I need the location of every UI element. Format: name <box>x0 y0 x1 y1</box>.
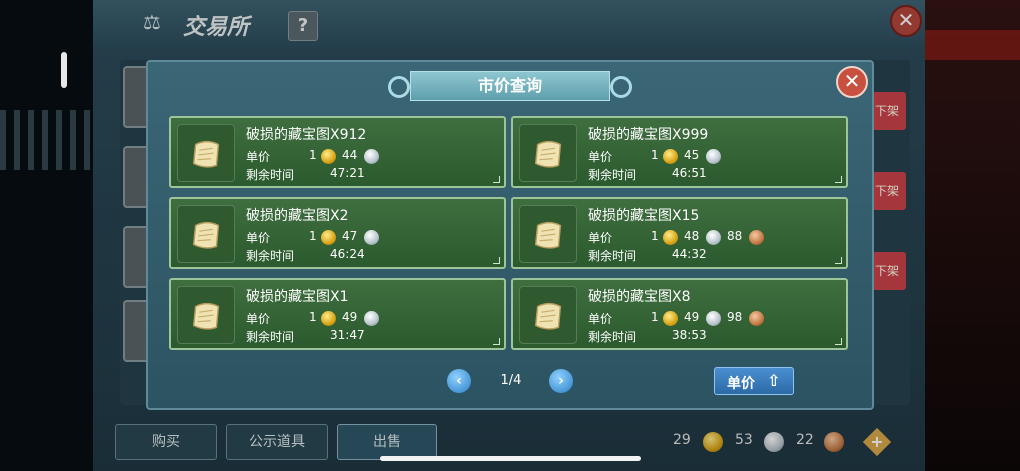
item-name: 破损的藏宝图X8 <box>588 289 691 305</box>
treasure-map-icon <box>188 297 226 335</box>
treasure-map-icon <box>188 135 226 173</box>
next-page-button[interactable]: › <box>549 369 573 393</box>
unit-price-label: 单价 <box>246 312 271 326</box>
gold-price: 1 <box>651 229 659 243</box>
bronze-price: 98 <box>727 310 743 324</box>
remaining-time: 47:21 <box>330 166 365 180</box>
gold-coin-icon <box>321 230 336 245</box>
remaining-time-label: 剩余时间 <box>588 249 637 263</box>
gold-coin-icon <box>663 311 678 326</box>
remaining-time: 31:47 <box>330 328 365 342</box>
silver-price: 47 <box>342 229 358 243</box>
corner-mark-icon <box>493 257 500 264</box>
sort-by-unit-price-button[interactable]: 单价 ⇧ <box>714 367 794 395</box>
silver-price: 48 <box>684 229 700 243</box>
remaining-time-label: 剩余时间 <box>588 168 637 182</box>
page-indicator: 1/4 <box>500 373 522 388</box>
bronze-coin-icon <box>749 311 764 326</box>
item-thumbnail <box>177 124 235 182</box>
left-background <box>0 0 95 471</box>
bronze-price: 88 <box>727 229 743 243</box>
silver-coin-icon <box>706 149 721 164</box>
listing-card[interactable]: 破损的藏宝图X912 单价 1 44 剩余时间 47:21 <box>169 116 506 188</box>
gold-price: 1 <box>651 310 659 324</box>
unit-price-label: 单价 <box>588 312 613 326</box>
unit-price-label: 单价 <box>246 150 271 164</box>
corner-mark-icon <box>835 176 842 183</box>
home-indicator[interactable] <box>380 456 641 461</box>
silver-coin-icon <box>364 149 379 164</box>
sort-button-label: 单价 <box>727 376 755 392</box>
treasure-map-icon <box>530 297 568 335</box>
unit-price-label: 单价 <box>246 231 271 245</box>
item-name: 破损的藏宝图X1 <box>246 289 349 305</box>
corner-mark-icon <box>835 257 842 264</box>
dialog-title: 市价查询 <box>477 76 542 95</box>
prev-page-button[interactable]: ‹ <box>447 369 471 393</box>
listing-card[interactable]: 破损的藏宝图X1 单价 1 49 剩余时间 31:47 <box>169 278 506 350</box>
gold-price: 1 <box>309 310 317 324</box>
title-ornament-left-icon <box>388 76 410 98</box>
remaining-time-label: 剩余时间 <box>246 330 295 344</box>
item-thumbnail <box>519 205 577 263</box>
listing-card[interactable]: 破损的藏宝图X15 单价 1 48 88 剩余时间 44:32 <box>511 197 848 269</box>
remaining-time: 46:24 <box>330 247 365 261</box>
remaining-time: 46:51 <box>672 166 707 180</box>
corner-mark-icon <box>493 176 500 183</box>
arrow-icon: ⇧ <box>767 371 781 390</box>
treasure-map-icon <box>188 216 226 254</box>
item-thumbnail <box>177 205 235 263</box>
listing-card[interactable]: 破损的藏宝图X8 单价 1 49 98 剩余时间 38:53 <box>511 278 848 350</box>
remaining-time-label: 剩余时间 <box>246 249 295 263</box>
item-name: 破损的藏宝图X2 <box>246 208 349 224</box>
remaining-time-label: 剩余时间 <box>246 168 295 182</box>
right-red-stripe <box>925 30 1020 60</box>
unit-price-label: 单价 <box>588 150 613 164</box>
gold-price: 1 <box>309 229 317 243</box>
gold-coin-icon <box>321 149 336 164</box>
bronze-coin-icon <box>749 230 764 245</box>
corner-mark-icon <box>493 338 500 345</box>
right-background <box>925 0 1020 471</box>
dialog-close-button[interactable]: ✕ <box>836 66 868 98</box>
silver-price: 44 <box>342 148 358 162</box>
treasure-map-icon <box>530 216 568 254</box>
silver-price: 49 <box>684 310 700 324</box>
side-handle[interactable] <box>61 52 67 88</box>
gold-price: 1 <box>651 148 659 162</box>
remaining-time: 44:32 <box>672 247 707 261</box>
gold-coin-icon <box>663 230 678 245</box>
background-pattern <box>0 110 95 170</box>
gold-price: 1 <box>309 148 317 162</box>
remaining-time: 38:53 <box>672 328 707 342</box>
listing-card[interactable]: 破损的藏宝图X2 单价 1 47 剩余时间 46:24 <box>169 197 506 269</box>
silver-coin-icon <box>364 230 379 245</box>
item-name: 破损的藏宝图X912 <box>246 127 367 143</box>
corner-mark-icon <box>835 338 842 345</box>
item-name: 破损的藏宝图X15 <box>588 208 700 224</box>
silver-coin-icon <box>706 230 721 245</box>
silver-price: 49 <box>342 310 358 324</box>
gold-coin-icon <box>663 149 678 164</box>
treasure-map-icon <box>530 135 568 173</box>
gold-coin-icon <box>321 311 336 326</box>
unit-price-label: 单价 <box>588 231 613 245</box>
title-ornament-right-icon <box>610 76 632 98</box>
listing-card[interactable]: 破损的藏宝图X999 单价 1 45 剩余时间 46:51 <box>511 116 848 188</box>
silver-coin-icon <box>364 311 379 326</box>
item-thumbnail <box>519 286 577 344</box>
remaining-time-label: 剩余时间 <box>588 330 637 344</box>
item-thumbnail <box>519 124 577 182</box>
item-thumbnail <box>177 286 235 344</box>
item-name: 破损的藏宝图X999 <box>588 127 709 143</box>
silver-price: 45 <box>684 148 700 162</box>
silver-coin-icon <box>706 311 721 326</box>
